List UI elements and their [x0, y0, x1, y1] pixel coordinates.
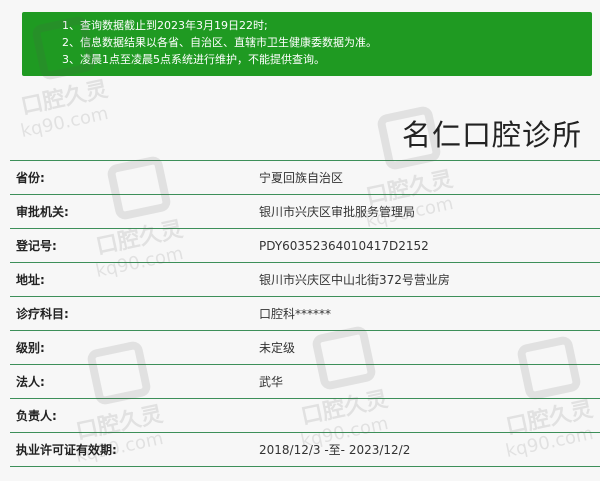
row-label: 负责人:	[16, 409, 57, 423]
table-row: 执业许可证有效期: 2018/12/3 -至- 2023/12/2	[10, 433, 600, 467]
table-row: 登记号: PDY60352364010417D2152	[10, 229, 600, 263]
row-label: 诊疗科目:	[16, 307, 69, 321]
notice-line: 1、查询数据截止到2023年3月19日22时;	[62, 19, 268, 32]
row-value: 银川市兴庆区中山北街372号营业房	[259, 273, 450, 287]
row-value: 未定级	[259, 341, 296, 355]
row-value: 2018/12/3 -至- 2023/12/2	[259, 443, 411, 457]
row-label: 登记号:	[16, 239, 57, 253]
notice-line: 3、凌晨1点至凌晨5点系统进行维护，不能提供查询。	[62, 53, 325, 66]
row-label: 地址:	[16, 273, 45, 287]
row-label: 审批机关:	[16, 205, 69, 219]
table-row: 负责人:	[10, 399, 600, 433]
notice-banner: 1、查询数据截止到2023年3月19日22时; 2、信息数据结果以各省、自治区、…	[22, 12, 592, 76]
notice-line: 2、信息数据结果以各省、自治区、直辖市卫生健康委数据为准。	[62, 36, 377, 49]
row-value: 银川市兴庆区审批服务管理局	[259, 205, 416, 219]
table-row: 级别: 未定级	[10, 331, 600, 365]
row-label: 法人:	[16, 375, 45, 389]
row-label: 执业许可证有效期:	[16, 443, 117, 457]
watermark-text: 口腔久灵	[19, 77, 111, 120]
table-row: 审批机关: 银川市兴庆区审批服务管理局	[10, 195, 600, 229]
row-value: 武华	[259, 375, 284, 389]
details-table: 省份: 宁夏回族自治区 审批机关: 银川市兴庆区审批服务管理局 登记号: PDY…	[10, 160, 600, 467]
org-title: 名仁口腔诊所	[401, 118, 582, 152]
table-row: 省份: 宁夏回族自治区	[10, 161, 600, 195]
table-row: 法人: 武华	[10, 365, 600, 399]
table-row: 地址: 银川市兴庆区中山北街372号营业房	[10, 263, 600, 297]
row-value: PDY60352364010417D2152	[259, 238, 429, 253]
row-value: 宁夏回族自治区	[259, 171, 344, 185]
table-row: 诊疗科目: 口腔科******	[10, 297, 600, 331]
row-value: 口腔科******	[259, 307, 332, 321]
row-label: 省份:	[16, 171, 45, 185]
row-label: 级别:	[16, 341, 45, 355]
watermark-url: kq90.com	[18, 102, 111, 143]
